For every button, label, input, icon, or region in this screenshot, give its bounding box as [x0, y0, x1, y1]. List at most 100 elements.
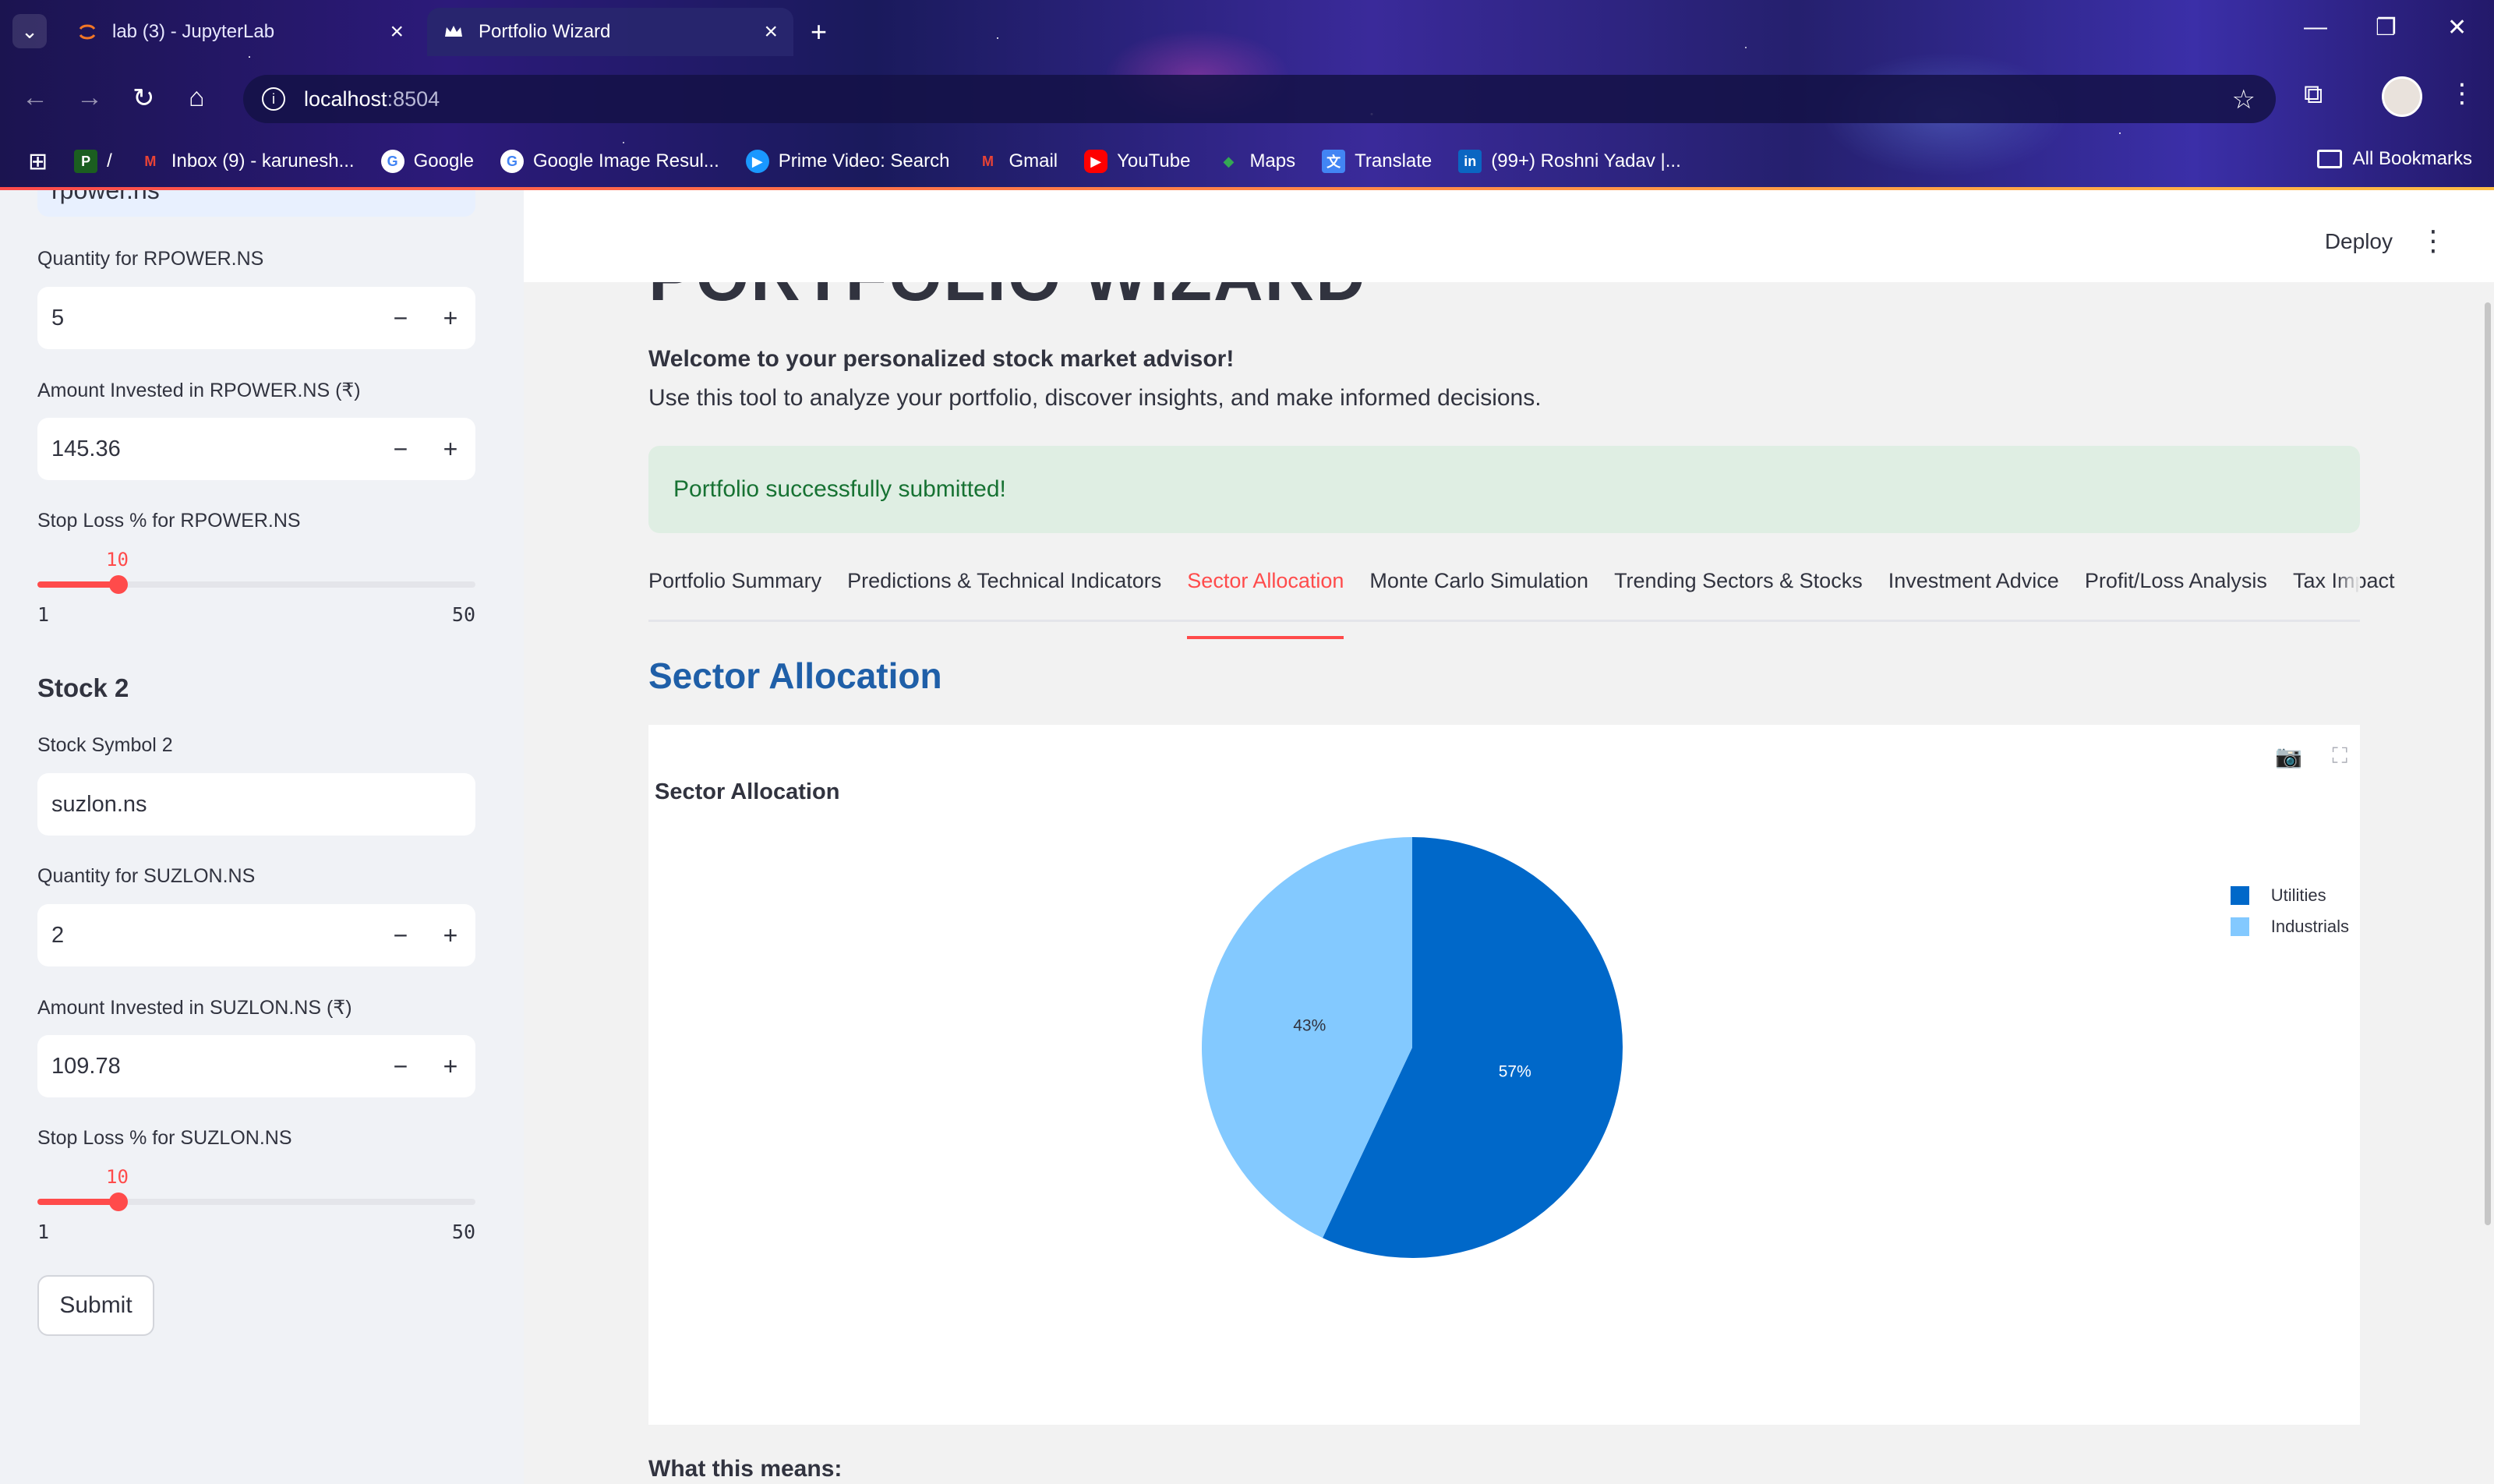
scrollbar[interactable]: [2485, 302, 2491, 1225]
address-bar[interactable]: i localhost:8504 ☆: [243, 75, 2276, 123]
legend-swatch: [2230, 917, 2249, 936]
symbol-value: suzlon.ns: [51, 791, 147, 817]
stoploss-slider-2[interactable]: 10 1 50: [37, 1166, 475, 1244]
maps-icon: ◆: [1223, 153, 1235, 169]
bookmark-icon: P: [74, 150, 98, 173]
bookmark-item[interactable]: M Gmail: [976, 150, 1058, 173]
extensions-icon[interactable]: ⧉: [2304, 80, 2323, 110]
legend-item-utilities[interactable]: Utilities: [2230, 885, 2349, 906]
increment-button[interactable]: +: [426, 1052, 475, 1081]
quantity-label-2: Quantity for SUZLON.NS: [37, 865, 256, 887]
bookmark-item[interactable]: G Google: [380, 150, 474, 173]
bookmark-item[interactable]: ◆ Maps: [1217, 150, 1296, 173]
legend-swatch: [2230, 886, 2249, 905]
url-host: localhost: [304, 87, 387, 111]
browser-tab-portfolio-wizard[interactable]: Portfolio Wizard ×: [427, 8, 793, 56]
crown-icon: [443, 21, 465, 43]
quantity-value: 2: [51, 922, 65, 948]
quantity-label-1: Quantity for RPOWER.NS: [37, 248, 264, 270]
close-tab-icon[interactable]: ×: [764, 19, 778, 45]
back-icon[interactable]: ←: [22, 83, 48, 113]
slider-min: 1: [37, 603, 50, 626]
tab-bar: Portfolio Summary Predictions & Technica…: [648, 563, 2394, 639]
amount-input-1[interactable]: 145.36 − +: [37, 418, 475, 480]
bookmark-item[interactable]: ▶ YouTube: [1084, 150, 1190, 173]
tab-search-button[interactable]: ⌄: [12, 14, 47, 48]
window-close-icon[interactable]: ✕: [2447, 14, 2467, 41]
stock-symbol-2-input[interactable]: suzlon.ns: [37, 773, 475, 836]
decrement-button[interactable]: −: [376, 435, 426, 464]
forward-icon[interactable]: →: [76, 83, 103, 113]
new-tab-icon[interactable]: +: [811, 16, 827, 48]
what-this-means-heading: What this means:: [648, 1456, 843, 1482]
tab-strip: ⌄ lab (3) - JupyterLab × Portfolio Wizar…: [0, 0, 2494, 62]
amount-value: 109.78: [51, 1053, 121, 1079]
jupyter-icon: [76, 21, 98, 43]
stoploss-label-1: Stop Loss % for RPOWER.NS: [37, 510, 301, 532]
amount-input-2[interactable]: 109.78 − +: [37, 1035, 475, 1097]
bookmark-star-icon[interactable]: ☆: [2232, 84, 2256, 115]
tab-trending[interactable]: Trending Sectors & Stocks: [1614, 563, 1863, 620]
decrement-button[interactable]: −: [376, 1052, 426, 1081]
slider-fill: [37, 581, 118, 588]
tab-fade: [2337, 563, 2360, 620]
slider-min: 1: [37, 1221, 50, 1243]
tab-profit-loss[interactable]: Profit/Loss Analysis: [2085, 563, 2267, 620]
apps-icon[interactable]: ⊞: [28, 148, 48, 175]
bookmark-item[interactable]: 文 Translate: [1322, 150, 1432, 173]
sidebar: rpower.ns Quantity for RPOWER.NS 5 − + A…: [0, 190, 524, 1484]
symbol-label-2: Stock Symbol 2: [37, 734, 173, 756]
reload-icon[interactable]: ↻: [132, 83, 155, 114]
browser-tab-jupyterlab[interactable]: lab (3) - JupyterLab ×: [61, 8, 419, 56]
url-port: :8504: [387, 87, 440, 111]
stoploss-label-2: Stop Loss % for SUZLON.NS: [37, 1127, 292, 1149]
stock-symbol-1-input[interactable]: rpower.ns: [37, 190, 475, 217]
slider-fill: [37, 1199, 118, 1205]
youtube-icon: ▶: [1084, 150, 1108, 173]
minimize-icon[interactable]: —: [2304, 14, 2327, 41]
decrement-button[interactable]: −: [376, 921, 426, 950]
increment-button[interactable]: +: [426, 921, 475, 950]
folder-icon: [2316, 150, 2342, 168]
bookmark-item[interactable]: M Inbox (9) - karunesh...: [139, 150, 354, 173]
home-icon[interactable]: ⌂: [189, 83, 205, 113]
close-tab-icon[interactable]: ×: [390, 19, 404, 45]
gmail-icon: M: [981, 153, 994, 169]
tab-predictions[interactable]: Predictions & Technical Indicators: [847, 563, 1161, 620]
main-content: PORTFOLIO WIZARD Deploy ⋮ Welcome to you…: [524, 190, 2494, 1484]
bookmark-item[interactable]: G Google Image Resul...: [500, 150, 719, 173]
profile-avatar[interactable]: [2382, 76, 2422, 117]
main-menu-icon[interactable]: ⋮: [2419, 224, 2447, 257]
amount-label-1: Amount Invested in RPOWER.NS (₹): [37, 380, 361, 401]
browser-menu-icon[interactable]: ⋮: [2449, 78, 2475, 109]
bookmark-item[interactable]: ▶ Prime Video: Search: [745, 150, 949, 173]
slider-current-value: 10: [106, 549, 129, 571]
slider-thumb[interactable]: [109, 1192, 128, 1211]
decrement-button[interactable]: −: [376, 304, 426, 333]
quantity-value: 5: [51, 305, 65, 330]
legend-item-industrials[interactable]: Industrials: [2230, 917, 2349, 937]
stoploss-slider-1[interactable]: 10 1 50: [37, 549, 475, 627]
tab-title: Portfolio Wizard: [479, 21, 611, 42]
slider-current-value: 10: [106, 1166, 129, 1188]
chart-container: 📷 ⛶ Sector Allocation 57% 43% Utilities I…: [648, 725, 2360, 1425]
increment-button[interactable]: +: [426, 304, 475, 333]
submit-button[interactable]: Submit: [37, 1275, 154, 1336]
bookmark-item[interactable]: P /: [74, 150, 112, 173]
slider-thumb[interactable]: [109, 575, 128, 594]
site-info-icon[interactable]: i: [262, 87, 285, 111]
bookmark-item[interactable]: in (99+) Roshni Yadav |...: [1458, 150, 1681, 173]
deploy-button[interactable]: Deploy: [2325, 229, 2393, 254]
quantity-input-1[interactable]: 5 − +: [37, 287, 475, 349]
browser-chrome: ⌄ lab (3) - JupyterLab × Portfolio Wizar…: [0, 0, 2494, 190]
tab-monte-carlo[interactable]: Monte Carlo Simulation: [1369, 563, 1588, 620]
quantity-input-2[interactable]: 2 − +: [37, 904, 475, 966]
tab-portfolio-summary[interactable]: Portfolio Summary: [648, 563, 821, 620]
slice-label: 57%: [1499, 1062, 1531, 1080]
increment-button[interactable]: +: [426, 435, 475, 464]
tab-sector-allocation[interactable]: Sector Allocation: [1187, 563, 1344, 639]
all-bookmarks[interactable]: All Bookmarks: [2316, 148, 2472, 170]
restore-icon[interactable]: ❐: [2376, 14, 2397, 41]
prime-video-icon: ▶: [745, 150, 769, 173]
tab-investment-advice[interactable]: Investment Advice: [1888, 563, 2059, 620]
